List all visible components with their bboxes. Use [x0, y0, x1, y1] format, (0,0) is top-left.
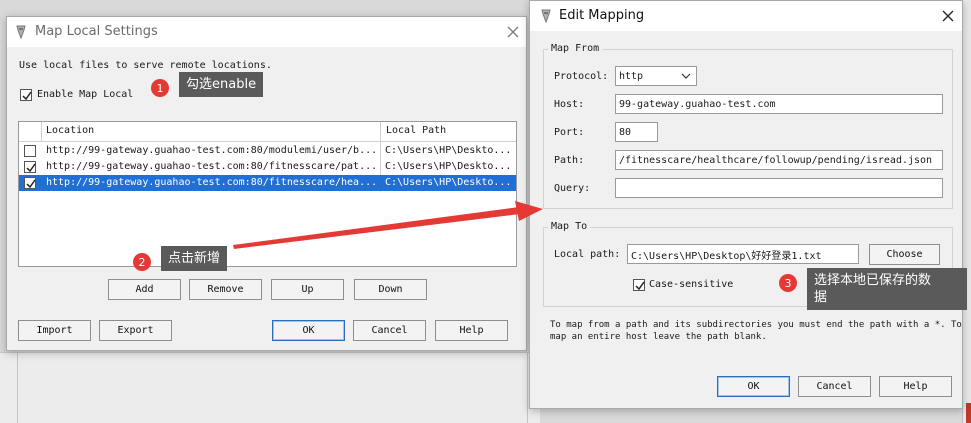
port-label: Port:: [554, 127, 585, 138]
map-local-titlebar: Map Local Settings: [7, 17, 526, 47]
row-enabled-checkbox[interactable]: [24, 145, 36, 157]
column-divider: [41, 122, 42, 142]
map-local-title: Map Local Settings: [35, 24, 158, 39]
checkmark-icon: [635, 281, 645, 291]
checkmark-icon: [26, 179, 36, 189]
close-icon[interactable]: [937, 5, 959, 27]
up-button[interactable]: Up: [271, 279, 344, 300]
annotation-badge-2: 2: [133, 253, 151, 271]
annotation-badge-1: 1: [151, 79, 169, 97]
background-divider: [527, 353, 528, 423]
host-input[interactable]: 99-gateway.guahao-test.com: [615, 94, 943, 114]
annotation-tip-1: 勾选enable: [179, 72, 264, 97]
row-location: http://99-gateway.guahao-test.com:80/mod…: [46, 145, 376, 156]
add-button[interactable]: Add: [108, 279, 181, 300]
map-local-settings-dialog: Map Local Settings Use local files to se…: [6, 16, 527, 351]
charles-app-icon: [541, 9, 551, 23]
local-path-input[interactable]: C:\Users\HP\Desktop\好好登录1.txt: [627, 244, 859, 264]
row-location: http://99-gateway.guahao-test.com:80/fit…: [46, 177, 376, 188]
row-local-path: C:\Users\HP\Deskto...: [385, 177, 512, 188]
close-icon[interactable]: [502, 21, 524, 43]
row-enabled-checkbox[interactable]: [24, 177, 36, 189]
background-divider: [17, 353, 18, 423]
query-input[interactable]: [615, 178, 943, 198]
path-label: Path:: [554, 155, 585, 166]
port-input[interactable]: 80: [615, 122, 658, 142]
checkmark-icon: [22, 91, 32, 101]
chevron-down-icon: [681, 73, 691, 79]
help-button[interactable]: Help: [879, 376, 952, 397]
background-window-edge: [962, 0, 971, 423]
table-row[interactable]: http://99-gateway.guahao-test.com:80/fit…: [19, 159, 516, 175]
cancel-button[interactable]: Cancel: [353, 320, 426, 341]
column-location[interactable]: Location: [46, 125, 94, 136]
charles-app-icon: [16, 25, 26, 39]
annotation-tip-3-line1: 选择本地已保存的数: [814, 273, 932, 288]
map-from-label: Map From: [548, 43, 603, 54]
checkmark-icon: [26, 163, 36, 173]
help-button[interactable]: Help: [435, 320, 508, 341]
table-row-selected[interactable]: http://99-gateway.guahao-test.com:80/fit…: [19, 175, 516, 191]
choose-button[interactable]: Choose: [869, 244, 940, 265]
remove-button[interactable]: Remove: [189, 279, 262, 300]
edit-mapping-title: Edit Mapping: [559, 8, 645, 23]
down-button[interactable]: Down: [354, 279, 427, 300]
cancel-button[interactable]: Cancel: [798, 376, 871, 397]
query-label: Query:: [554, 183, 591, 194]
case-sensitive-label: Case-sensitive: [649, 279, 734, 290]
enable-map-local-label: Enable Map Local: [37, 89, 134, 100]
map-local-body: Use local files to serve remote location…: [7, 47, 526, 350]
row-location: http://99-gateway.guahao-test.com:80/fit…: [46, 161, 376, 172]
column-local-path[interactable]: Local Path: [386, 125, 446, 136]
host-label: Host:: [554, 99, 585, 110]
row-local-path: C:\Users\HP\Deskto...: [385, 161, 512, 172]
annotation-tip-3-line2: 据: [814, 290, 828, 305]
export-button[interactable]: Export: [99, 320, 172, 341]
import-button[interactable]: Import: [18, 320, 91, 341]
annotation-tip-3: 选择本地已保存的数 据: [807, 268, 967, 310]
ok-button[interactable]: OK: [717, 376, 790, 397]
hint-text-line1: To map from a path and its subdirectorie…: [550, 320, 962, 330]
row-local-path: C:\Users\HP\Deskto...: [385, 145, 512, 156]
edit-mapping-body: Map From Protocol: http Host: 99-gateway…: [530, 31, 962, 408]
intro-text: Use local files to serve remote location…: [19, 60, 272, 71]
path-input[interactable]: /fitnesscare/healthcare/followup/pending…: [615, 150, 943, 170]
edit-mapping-titlebar: Edit Mapping: [530, 1, 962, 31]
table-header: Location Local Path: [19, 122, 516, 142]
enable-map-local-checkbox[interactable]: [20, 89, 32, 101]
edit-mapping-dialog: Edit Mapping Map From Protocol: http Hos…: [529, 0, 963, 409]
background-window-strip: [0, 352, 540, 423]
annotation-tip-2: 点击新增: [161, 246, 228, 271]
background-marker: [966, 403, 971, 423]
table-row[interactable]: http://99-gateway.guahao-test.com:80/mod…: [19, 143, 516, 159]
ok-button[interactable]: OK: [272, 320, 345, 341]
protocol-label: Protocol:: [554, 71, 609, 82]
protocol-select[interactable]: http: [615, 66, 697, 86]
mappings-table: Location Local Path http://99-gateway.gu…: [18, 121, 517, 267]
row-enabled-checkbox[interactable]: [24, 161, 36, 173]
annotation-badge-3: 3: [779, 274, 797, 292]
hint-text-line2: map an entire host leave the path blank.: [550, 332, 767, 342]
local-path-label: Local path:: [554, 249, 621, 260]
protocol-value: http: [619, 70, 644, 82]
case-sensitive-checkbox[interactable]: [633, 279, 645, 291]
map-to-label: Map To: [548, 221, 591, 232]
